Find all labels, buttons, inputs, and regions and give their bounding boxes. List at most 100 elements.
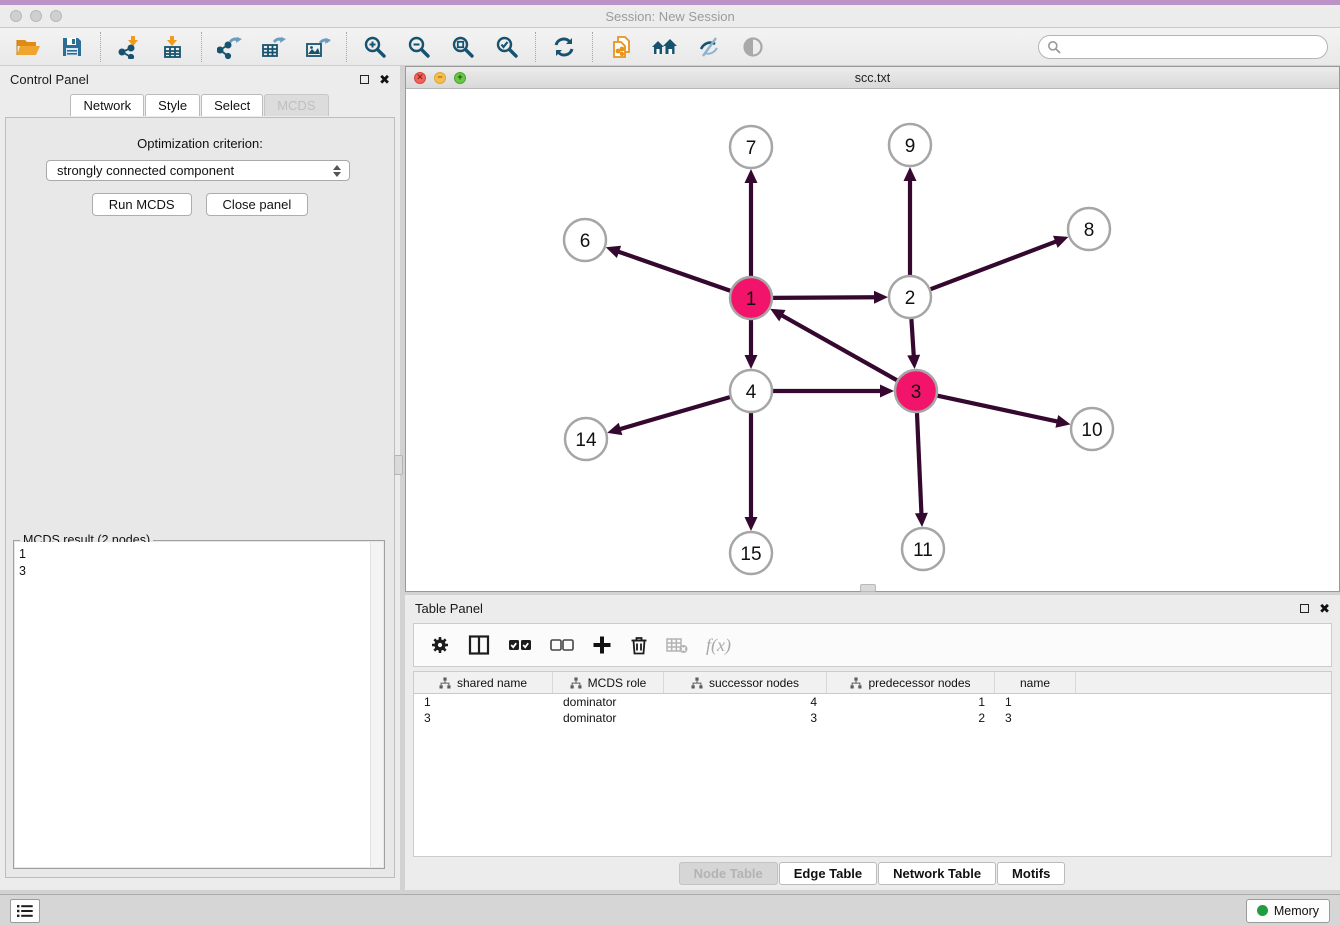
edge-arrowhead [607,423,622,435]
cell-successor-nodes[interactable]: 4 [664,695,827,709]
result-line: 1 [19,546,366,563]
tab-select[interactable]: Select [201,94,263,116]
graph-node-label: 15 [740,544,761,565]
edge-arrowhead [915,513,928,527]
tab-motifs[interactable]: Motifs [997,862,1065,885]
graph-edge[interactable] [931,241,1058,289]
tab-edge-table[interactable]: Edge Table [779,862,877,885]
task-list-icon [17,904,33,918]
tab-node-table[interactable]: Node Table [679,862,778,885]
control-panel-tabs: Network Style Select MCDS [0,94,400,116]
columns-icon[interactable] [468,635,490,655]
edge-arrowhead [745,169,758,183]
graph-edge[interactable] [773,297,876,298]
tab-style[interactable]: Style [145,94,200,116]
column-header[interactable]: predecessor nodes [827,672,995,693]
graph-edge[interactable] [781,315,897,381]
vertical-splitter-grip[interactable] [394,455,403,475]
zoom-out-icon[interactable] [405,33,433,61]
first-neighbors-icon[interactable] [651,33,679,61]
tab-mcds[interactable]: MCDS [264,94,328,116]
network-graph[interactable]: 7968124314101511 [406,89,1339,592]
network-canvas[interactable]: 7968124314101511 [406,89,1339,591]
zoom-fit-icon[interactable] [449,33,477,61]
cell-shared-name[interactable]: 1 [414,695,553,709]
delete-row-icon[interactable] [630,635,648,655]
zoom-in-icon[interactable] [361,33,389,61]
graph-node-label: 8 [1084,220,1095,241]
cell-predecessor-nodes[interactable]: 2 [827,711,995,725]
graph-node-label: 6 [580,231,591,252]
memory-button[interactable]: Memory [1246,899,1330,923]
cell-name[interactable]: 3 [995,711,1076,725]
graph-edge[interactable] [619,397,730,429]
graph-node-label: 9 [905,136,916,157]
network-window-titlebar[interactable]: ✕ − + scc.txt [406,67,1339,89]
export-network-icon[interactable] [216,33,244,61]
clear-cells-icon[interactable] [666,636,688,654]
memory-button-label: Memory [1274,904,1319,918]
float-panel-icon[interactable] [360,75,369,84]
table-row[interactable]: 1 dominator 4 1 1 [414,694,1331,710]
result-scrollbar[interactable] [370,542,383,867]
task-history-button[interactable] [10,899,40,923]
refresh-layout-icon[interactable] [550,33,578,61]
graph-edge[interactable] [911,319,913,357]
table-tabs: Node Table Edge Table Network Table Moti… [405,862,1340,885]
cell-predecessor-nodes[interactable]: 1 [827,695,995,709]
horizontal-splitter-grip[interactable] [860,584,876,592]
import-table-icon[interactable] [159,33,187,61]
close-panel-icon[interactable]: ✖ [379,73,390,86]
import-network-icon[interactable] [115,33,143,61]
graph-edge[interactable] [617,251,730,291]
edge-arrowhead [745,517,758,531]
column-header[interactable]: MCDS role [553,672,664,693]
graph-edge[interactable] [938,396,1059,422]
export-table-icon[interactable] [260,33,288,61]
column-header[interactable]: successor nodes [664,672,827,693]
zoom-selected-icon[interactable] [493,33,521,61]
select-all-icon[interactable] [508,637,532,653]
column-header[interactable]: name [995,672,1076,693]
titlebar: Session: New Session [0,5,1340,28]
search-input[interactable] [1061,37,1327,57]
tab-network[interactable]: Network [70,94,144,116]
export-image-icon[interactable] [304,33,332,61]
function-builder-icon[interactable]: f(x) [706,635,731,656]
column-header[interactable]: shared name [414,672,553,693]
save-session-icon[interactable] [58,33,86,61]
hide-graphics-details-icon[interactable] [695,33,723,61]
search-field[interactable] [1038,35,1328,59]
show-graphics-details-icon[interactable] [739,33,767,61]
optimization-criterion-select[interactable]: strongly connected component [46,160,350,181]
optimization-criterion-label: Optimization criterion: [6,136,394,151]
add-row-icon[interactable] [592,635,612,655]
chevron-up-down-icon [333,165,341,177]
float-table-panel-icon[interactable] [1300,604,1309,613]
mcds-result-text[interactable]: 1 3 [15,542,370,867]
edge-arrowhead [907,355,920,369]
run-mcds-button[interactable]: Run MCDS [92,193,192,216]
table-panel: Table Panel ✖ [405,595,1340,890]
cell-name[interactable]: 1 [995,695,1076,709]
edge-arrowhead [880,385,894,398]
cell-successor-nodes[interactable]: 3 [664,711,827,725]
unselect-all-icon[interactable] [550,637,574,653]
control-panel: Control Panel ✖ Network Style Select MCD… [0,66,400,890]
cell-mcds-role[interactable]: dominator [553,695,664,709]
table-toolbar: f(x) [413,623,1332,667]
tab-network-table[interactable]: Network Table [878,862,996,885]
close-panel-button[interactable]: Close panel [206,193,309,216]
graph-edge[interactable] [917,413,922,515]
optimization-criterion-value: strongly connected component [57,163,234,178]
cell-shared-name[interactable]: 3 [414,711,553,725]
main-toolbar [0,28,1340,66]
search-icon [1047,40,1061,54]
close-table-panel-icon[interactable]: ✖ [1319,602,1330,615]
open-session-icon[interactable] [14,33,42,61]
duplicate-network-icon[interactable] [607,33,635,61]
window-title: Session: New Session [0,9,1340,24]
cell-mcds-role[interactable]: dominator [553,711,664,725]
table-row[interactable]: 3 dominator 3 2 3 [414,710,1331,726]
gear-icon[interactable] [430,635,450,655]
